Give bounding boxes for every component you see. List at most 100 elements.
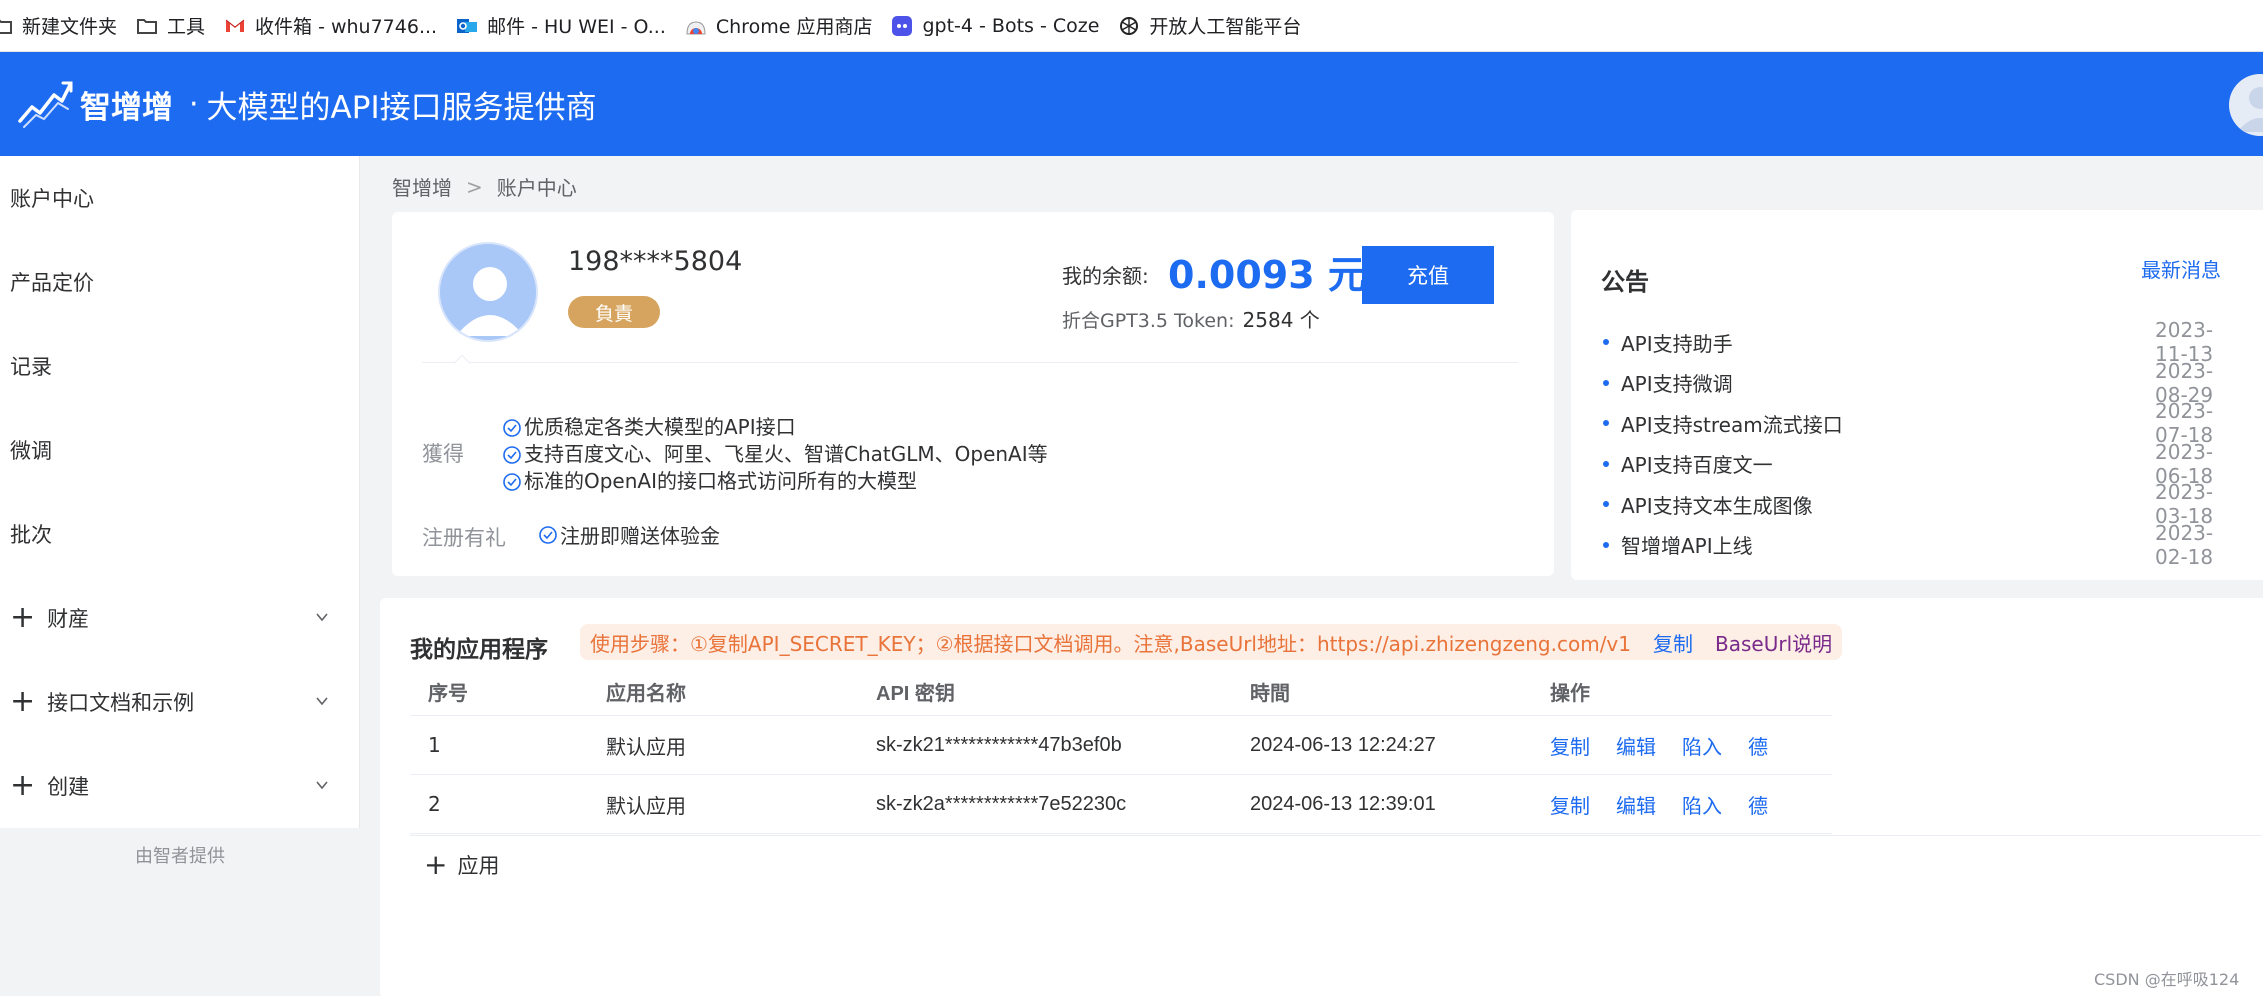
token-equivalent: 折合GPT3.5 Token: 2584 个 <box>1062 304 1320 333</box>
notice-item[interactable]: API支持stream流式接口 2023-07-18 <box>1601 399 2241 447</box>
card-divider <box>422 362 1518 363</box>
balance-label: 我的余额: <box>1062 264 1149 288</box>
table-header: 序号 应用名称 API 密钥 時間 操作 <box>410 668 1832 716</box>
sidebar-item-account-center[interactable]: 账户中心 <box>0 156 359 240</box>
sidebar-footer: 由智者提供 <box>135 846 225 867</box>
bookmarks-bar: 新建文件夹 工具 收件箱 - whu7746... 邮件 - HU WEI - … <box>0 0 2263 52</box>
watermark: CSDN @在呼吸124 <box>2094 970 2240 989</box>
breadcrumb-root[interactable]: 智增增 <box>392 172 452 201</box>
copy-key-button[interactable]: 复制 <box>1550 731 1590 760</box>
sidebar-item-assets[interactable]: + 财産 <box>0 576 359 660</box>
row-actions: 复制 编辑 陷入 德 <box>1550 790 1832 819</box>
notice-item[interactable]: 智增增API上线 2023-02-18 <box>1601 521 2241 569</box>
row-time: 2024-06-13 12:24:27 <box>1250 733 1436 756</box>
disable-app-button[interactable]: 陷入 <box>1682 790 1722 819</box>
col-app-name: 应用名称 <box>606 681 686 705</box>
bullet-icon <box>1603 339 1609 346</box>
disable-app-button[interactable]: 陷入 <box>1682 731 1722 760</box>
check-circle-icon <box>539 525 557 544</box>
divider-notch <box>453 354 471 372</box>
brand-name[interactable]: 智增增 <box>80 82 173 127</box>
token-value: 2584 个 <box>1242 308 1320 332</box>
row-api-key: sk-zk21************47b3ef0b <box>876 733 1122 756</box>
copy-key-button[interactable]: 复制 <box>1550 790 1590 819</box>
bookmark-tools[interactable]: 工具 <box>135 6 223 46</box>
gift-item: 注册即赠送体验金 <box>538 520 720 549</box>
add-app-button[interactable]: + 应用 <box>424 850 499 880</box>
coze-icon <box>890 14 914 38</box>
plus-icon: + <box>10 684 36 719</box>
table-divider <box>410 835 2262 836</box>
notice-list: API支持助手 2023-11-13 API支持微调 2023-08-29 API支… <box>1601 318 2241 569</box>
bookmark-new-folder[interactable]: 新建文件夹 <box>0 6 135 46</box>
notice-item[interactable]: API支持助手 2023-11-13 <box>1601 318 2241 366</box>
outlook-icon <box>455 14 479 38</box>
benefit-label: 獲得 <box>422 442 464 466</box>
profile-avatar <box>438 242 538 342</box>
breadcrumb: 智增增 > 账户中心 <box>392 172 577 201</box>
row-app-name: 默认应用 <box>606 793 686 818</box>
sidebar: 账户中心 产品定价 记录 微调 批次 + 财産 + 接口文档和示例 + 创建 <box>0 156 360 828</box>
bookmark-coze[interactable]: gpt-4 - Bots - Coze <box>890 6 1117 46</box>
baseurl-explain-link[interactable]: BaseUrl说明 <box>1715 628 1832 657</box>
user-avatar-icon <box>2237 87 2263 132</box>
table-row: 1 默认应用 sk-zk21************47b3ef0b 2024-… <box>410 716 1832 775</box>
breadcrumb-separator: > <box>466 174 483 199</box>
row-index: 2 <box>428 792 441 816</box>
sidebar-item-api-docs[interactable]: + 接口文档和示例 <box>0 660 359 744</box>
notice-item[interactable]: API支持微调 2023-08-29 <box>1601 359 2241 407</box>
sidebar-item-create[interactable]: + 创建 <box>0 744 359 828</box>
sidebar-item-batch[interactable]: 批次 <box>0 492 359 576</box>
bookmark-gmail[interactable]: 收件箱 - whu7746... <box>223 6 455 46</box>
user-phone: 198****5804 <box>568 246 743 277</box>
bookmark-outlook[interactable]: 邮件 - HU WEI - O... <box>455 6 684 46</box>
balance-value: 0.0093 元 <box>1168 253 1366 297</box>
user-avatar[interactable] <box>2229 74 2263 136</box>
site-header: 智增增 · 大模型的API接口服务提供商 <box>0 52 2263 156</box>
edit-app-button[interactable]: 编辑 <box>1616 790 1656 819</box>
check-circle-icon <box>503 445 521 464</box>
edit-app-button[interactable]: 编辑 <box>1616 731 1656 760</box>
bookmark-chrome-store[interactable]: Chrome 应用商店 <box>684 6 891 46</box>
row-index: 1 <box>428 733 441 757</box>
delete-app-button[interactable]: 德 <box>1748 731 1768 760</box>
bullet-icon <box>1603 501 1609 508</box>
bullet-icon <box>1603 379 1609 386</box>
notice-item[interactable]: API支持文本生成图像 2023-03-18 <box>1601 480 2241 528</box>
chrome-store-icon <box>684 14 708 38</box>
person-icon <box>456 267 524 336</box>
table-row: 2 默认应用 sk-zk2a************7e52230c 2024-… <box>410 775 1832 834</box>
row-app-name: 默认应用 <box>606 734 686 759</box>
benefit-item: 支持百度文心、阿里、飞星火、智谱ChatGLM、OpenAI等 <box>502 441 1048 468</box>
bullet-icon <box>1603 420 1609 427</box>
latest-news-link[interactable]: 最新消息 <box>2141 254 2221 283</box>
usage-tip-text: 使用步骤：①复制API_SECRET_KEY；②根据接口文档调用。注意,Base… <box>590 631 1631 656</box>
bullet-icon <box>1603 541 1609 548</box>
apps-table: 序号 应用名称 API 密钥 時間 操作 1 默认应用 sk-zk21*****… <box>410 668 1832 834</box>
notice-title: 公告 <box>1601 268 1649 296</box>
check-circle-icon <box>503 418 521 437</box>
row-api-key: sk-zk2a************7e52230c <box>876 792 1127 815</box>
benefit-list: 优质稳定各类大模型的API接口 支持百度文心、阿里、飞星火、智谱ChatGLM、… <box>502 414 1048 495</box>
plus-icon: + <box>424 848 448 881</box>
notice-item[interactable]: API支持百度文一 2023-06-18 <box>1601 440 2241 488</box>
sidebar-item-pricing[interactable]: 产品定价 <box>0 240 359 324</box>
recharge-button[interactable]: 充值 <box>1362 246 1494 304</box>
row-actions: 复制 编辑 陷入 德 <box>1550 731 1832 760</box>
row-time: 2024-06-13 12:39:01 <box>1250 792 1436 815</box>
brand-logo-icon[interactable] <box>16 75 74 133</box>
openai-icon <box>1117 14 1141 38</box>
delete-app-button[interactable]: 德 <box>1748 790 1768 819</box>
chevron-down-icon <box>316 697 328 706</box>
benefit-item: 标准的OpenAI的接口格式访问所有的大模型 <box>502 468 1048 495</box>
brand-subtitle: 大模型的API接口服务提供商 <box>206 89 597 126</box>
plus-icon: + <box>10 600 36 635</box>
bookmark-openai[interactable]: 开放人工智能平台 <box>1117 6 1319 46</box>
bullet-icon <box>1603 460 1609 467</box>
breadcrumb-current: 账户中心 <box>496 176 577 200</box>
sidebar-item-finetune[interactable]: 微调 <box>0 408 359 492</box>
copy-baseurl-link[interactable]: 复制 <box>1653 628 1693 657</box>
token-label: 折合GPT3.5 Token: <box>1062 310 1235 332</box>
sidebar-item-records[interactable]: 记录 <box>0 324 359 408</box>
gmail-icon <box>223 14 247 38</box>
